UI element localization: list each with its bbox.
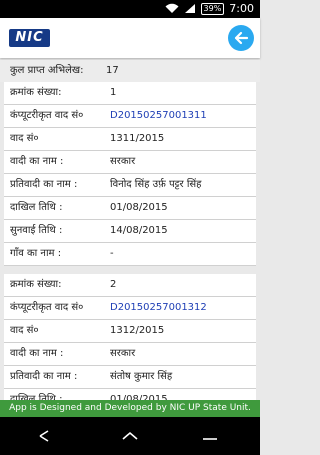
home-nav-icon[interactable]: [120, 427, 140, 445]
field-label: वाद सं०: [10, 133, 39, 144]
field-value: सरकार: [110, 156, 136, 167]
field-label: क्रमांक संख्या:: [10, 87, 62, 98]
record-field-row: कंप्यूटरीकृत वाद सं० D20150257001312: [4, 297, 256, 320]
record-field-row: वादी का नाम : सरकार: [4, 343, 256, 366]
field-label: प्रतिवादी का नाम :: [10, 371, 78, 382]
field-value: 1312/2015: [110, 325, 165, 336]
wifi-icon: [165, 3, 179, 13]
field-label: कंप्यूटरीकृत वाद सं०: [10, 110, 84, 121]
field-label: प्रतिवादी का नाम :: [10, 179, 78, 190]
field-label: दाखिल तिथि :: [10, 394, 63, 400]
field-label: वादी का नाम :: [10, 348, 64, 359]
field-value: 1: [110, 87, 117, 98]
field-value: 01/08/2015: [110, 394, 168, 400]
field-value: -: [110, 248, 114, 259]
field-label: क्रमांक संख्या:: [10, 279, 62, 290]
record-field-row: दाखिल तिथि : 01/08/2015: [4, 197, 256, 220]
case-number-link[interactable]: D20150257001311: [110, 105, 207, 127]
clock: 7:00: [229, 2, 254, 15]
system-nav-bar: [0, 417, 260, 455]
total-records-label: कुल प्राप्त अभिलेख:: [10, 65, 84, 76]
field-value: संतोष कुमार सिंह: [110, 371, 173, 382]
arrow-left-icon: [234, 31, 249, 45]
record-field-row: क्रमांक संख्या: 1: [4, 82, 256, 105]
results-list[interactable]: कुल प्राप्त अभिलेख: 17 क्रमांक संख्या: 1 क…: [0, 60, 260, 400]
field-label: सुनवाई तिथि :: [10, 225, 63, 236]
record-field-row: वादी का नाम : सरकार: [4, 151, 256, 174]
field-value: 2: [110, 279, 117, 290]
battery-icon: 39%: [200, 2, 225, 15]
record-separator: [0, 266, 260, 274]
back-button[interactable]: [228, 25, 254, 51]
record-field-row: सुनवाई तिथि : 14/08/2015: [4, 220, 256, 243]
recents-nav-icon[interactable]: [200, 427, 220, 445]
record-field-row: वाद सं० 1311/2015: [4, 128, 256, 151]
record-field-row: गाँव का नाम : -: [4, 243, 256, 266]
field-label: वादी का नाम :: [10, 156, 64, 167]
record-field-row: प्रतिवादी का नाम : संतोष कुमार सिंह: [4, 366, 256, 389]
field-value: 1311/2015: [110, 133, 165, 144]
back-nav-icon[interactable]: [38, 427, 58, 445]
app-bar: NIC: [0, 18, 260, 58]
signal-icon: [184, 4, 195, 13]
status-bar: 39% 7:00: [0, 0, 260, 18]
record-field-row: क्रमांक संख्या: 2: [4, 274, 256, 297]
field-label: वाद सं०: [10, 325, 39, 336]
field-label: दाखिल तिथि :: [10, 202, 63, 213]
record-field-row: दाखिल तिथि : 01/08/2015: [4, 389, 256, 400]
field-value: 14/08/2015: [110, 225, 168, 236]
record-field-row: वाद सं० 1312/2015: [4, 320, 256, 343]
field-label: गाँव का नाम :: [10, 248, 62, 259]
field-value: सरकार: [110, 348, 136, 359]
record-field-row: कंप्यूटरीकृत वाद सं० D20150257001311: [4, 105, 256, 128]
case-number-link[interactable]: D20150257001312: [110, 297, 207, 319]
field-value: 01/08/2015: [110, 202, 168, 213]
nic-logo: NIC: [9, 29, 50, 47]
field-label: कंप्यूटरीकृत वाद सं०: [10, 302, 84, 313]
record-field-row: प्रतिवादी का नाम : विनोद सिंह उर्फ़ पट्टर…: [4, 174, 256, 197]
footer-banner: App is Designed and Developed by NIC UP …: [0, 400, 260, 417]
total-records-row: कुल प्राप्त अभिलेख: 17: [0, 60, 260, 82]
total-records-value: 17: [106, 65, 119, 76]
field-value: विनोद सिंह उर्फ़ पट्टर सिंह: [110, 179, 202, 190]
